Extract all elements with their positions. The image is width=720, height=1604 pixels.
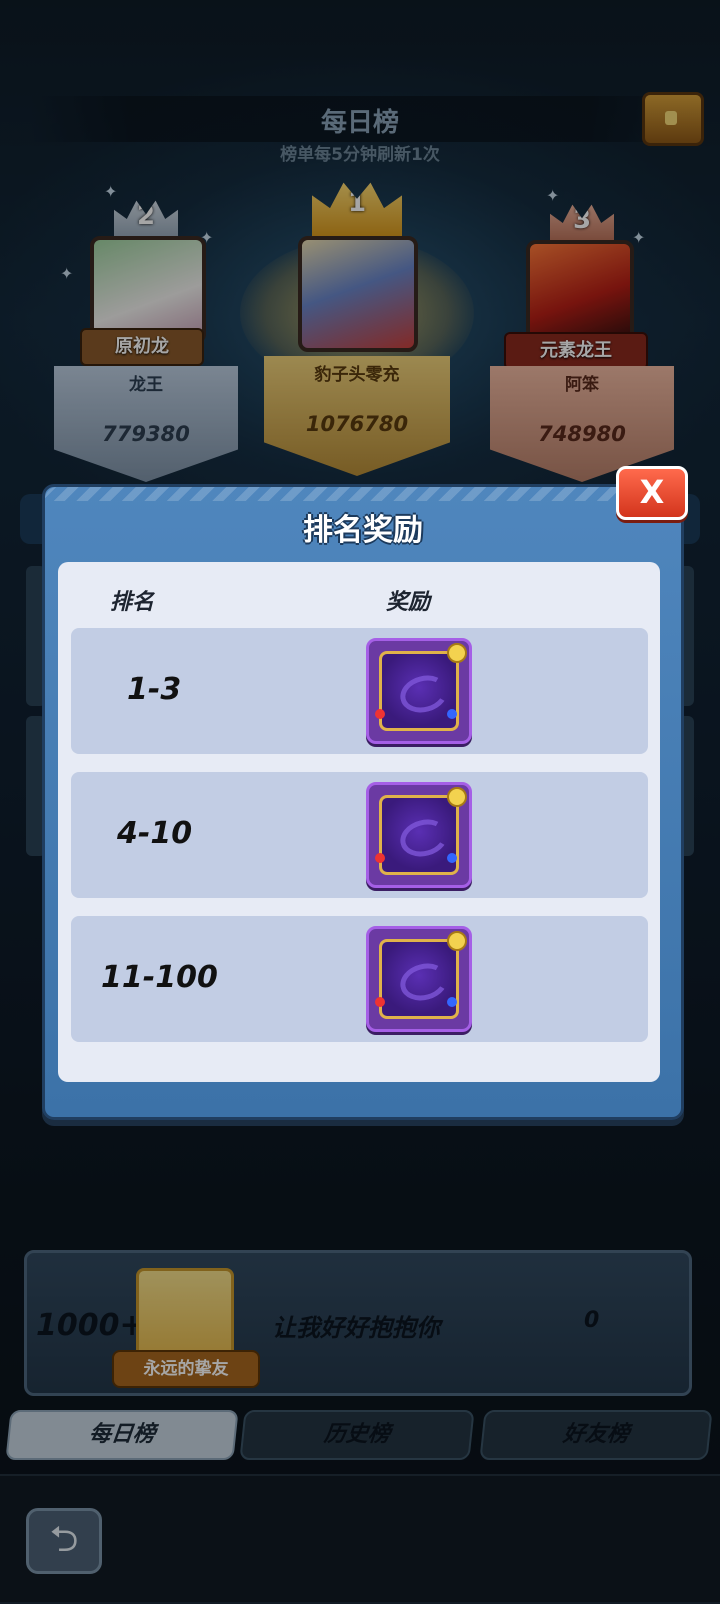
- modal-title: 排名奖励: [303, 513, 423, 548]
- column-header-rank: 排名: [110, 590, 155, 615]
- corner-badge-icon: [447, 643, 467, 663]
- reward-frame-item[interactable]: [366, 638, 472, 744]
- corner-badge-icon: [447, 931, 467, 951]
- reward-frame-item[interactable]: [366, 926, 472, 1032]
- close-button[interactable]: X: [616, 466, 688, 520]
- reward-frame-item[interactable]: [366, 782, 472, 888]
- blue-gem-icon: [447, 853, 457, 863]
- rank-range: 4-10: [117, 816, 193, 851]
- red-gem-icon: [375, 709, 385, 719]
- table-row: 1-3: [71, 628, 648, 754]
- table-row: 11-100: [71, 916, 648, 1042]
- red-gem-icon: [375, 997, 385, 1007]
- swirl-emblem-icon: [396, 958, 452, 1006]
- blue-gem-icon: [447, 709, 457, 719]
- red-gem-icon: [375, 853, 385, 863]
- table-row: 4-10: [71, 772, 648, 898]
- column-header-reward: 奖励: [386, 590, 431, 615]
- corner-badge-icon: [447, 787, 467, 807]
- modal-header-stripe: [45, 487, 681, 501]
- swirl-emblem-icon: [396, 670, 452, 718]
- rank-range: 1-3: [127, 672, 182, 707]
- blue-gem-icon: [447, 997, 457, 1007]
- rank-range: 11-100: [101, 960, 218, 995]
- swirl-emblem-icon: [396, 814, 452, 862]
